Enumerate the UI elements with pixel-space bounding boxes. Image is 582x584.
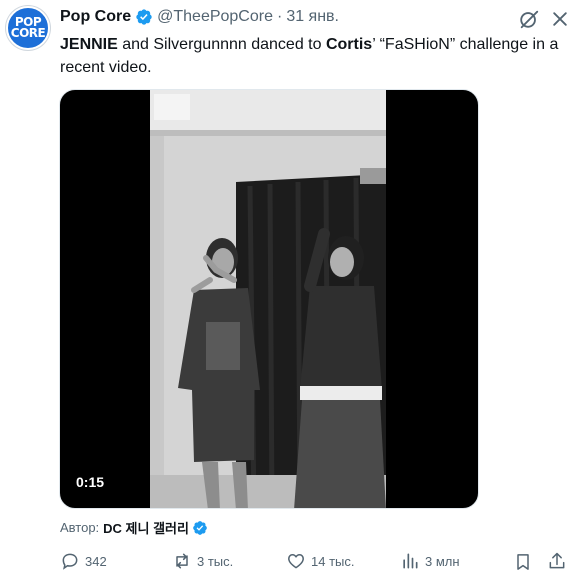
- author-handle[interactable]: @TheePopCore: [157, 8, 273, 26]
- avatar[interactable]: POP CORE: [6, 6, 50, 50]
- views-chart-icon: [403, 553, 418, 569]
- heart-icon: [288, 554, 304, 569]
- share-icon[interactable]: [547, 551, 567, 571]
- header-separator: ·: [276, 8, 283, 25]
- action-bar: 342 3 тыс. 14 тыс. 3 млн: [60, 551, 575, 575]
- verified-badge-icon: [193, 520, 207, 535]
- reply-count: 342: [85, 553, 107, 569]
- reply-button[interactable]: 342: [60, 551, 107, 571]
- reply-icon: [62, 553, 78, 570]
- tweet-header: Pop Core @TheePopCore · 31 янв.: [60, 8, 339, 26]
- bookmark-icon[interactable]: [513, 552, 533, 572]
- timestamp[interactable]: 31 янв.: [286, 8, 339, 26]
- grok-icon[interactable]: [518, 8, 540, 30]
- video-duration: 0:15: [76, 474, 105, 490]
- views-count: 3 млн: [425, 553, 460, 569]
- source-label: Автор:: [60, 520, 100, 535]
- avatar-text-bottom: CORE: [10, 26, 46, 40]
- tweet-text: JENNIE and Silvergunnnn danced to Cortis…: [60, 33, 575, 79]
- tweet-text-part: and Silvergunnnn danced to: [117, 36, 326, 53]
- repost-button[interactable]: 3 тыс.: [172, 551, 233, 571]
- avatar-logo: POP CORE: [10, 16, 46, 40]
- like-button[interactable]: 14 тыс.: [286, 551, 354, 571]
- source-name[interactable]: DC 제니 갤러리: [103, 518, 189, 537]
- repost-icon: [176, 553, 188, 569]
- mention-jennie: JENNIE: [60, 36, 118, 53]
- like-count: 14 тыс.: [311, 553, 355, 569]
- mention-cortis: Cortis: [325, 36, 373, 53]
- author-name[interactable]: Pop Core: [60, 8, 131, 26]
- video-player[interactable]: 0:15: [59, 89, 479, 509]
- verified-badge-icon: [136, 9, 152, 25]
- media-source: Автор: DC 제니 갤러리: [60, 518, 212, 537]
- close-icon[interactable]: [550, 9, 570, 29]
- video-thumbnail: [150, 90, 386, 508]
- video-scene-image: [150, 90, 386, 508]
- views-button[interactable]: 3 млн: [400, 551, 460, 571]
- repost-count: 3 тыс.: [197, 553, 234, 569]
